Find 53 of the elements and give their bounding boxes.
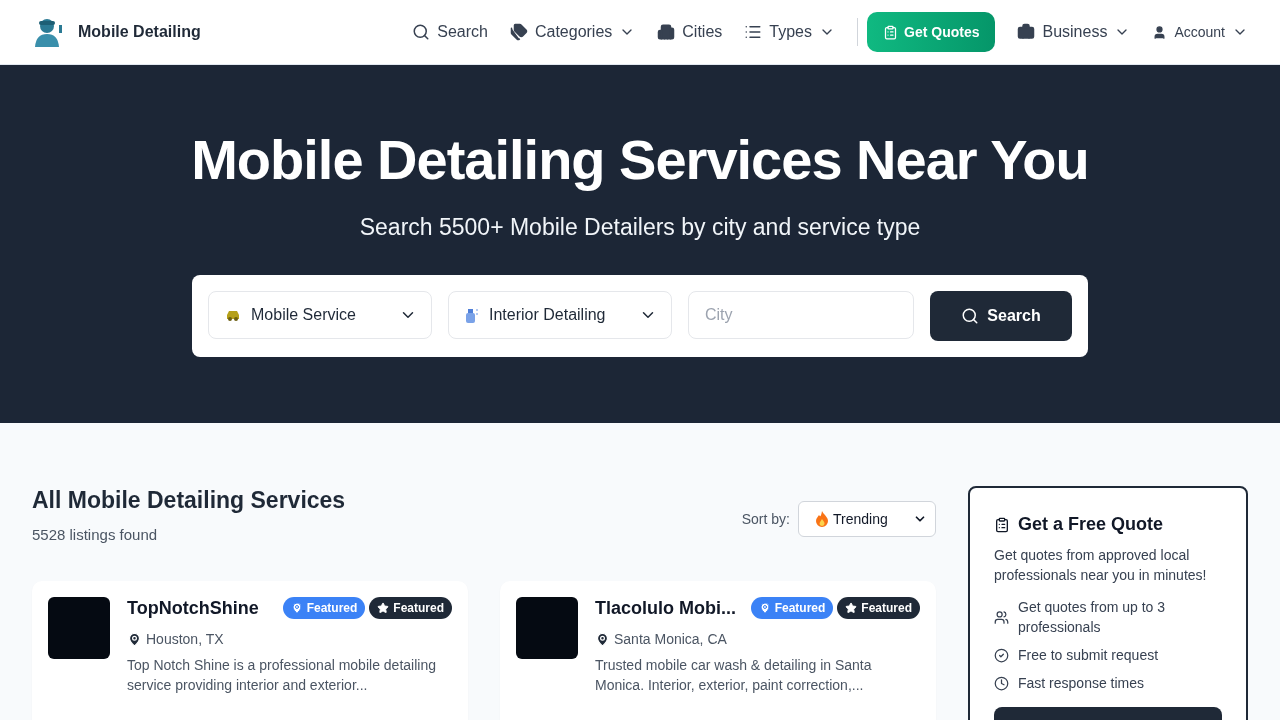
search-icon [961, 307, 980, 325]
nav-link[interactable]: Categories [509, 23, 636, 41]
benefit-text: Get quotes from up to 3 professionals [1018, 598, 1167, 637]
section-heading: All Mobile Detailing Services [32, 487, 346, 514]
nav-icon [744, 23, 763, 41]
business-location: Santa Monica, CA [614, 631, 727, 647]
clipboard-icon [883, 24, 898, 40]
panel-title: Get a Free Quote [1018, 514, 1164, 535]
nav-icon [657, 23, 676, 41]
business-description: Trusted mobile car wash & detailing in Santa Monica. Interior, exterior, paint correction,... [595, 656, 873, 695]
brand-name[interactable]: Mobile Detailing [78, 23, 201, 41]
business-logo [48, 597, 110, 659]
nav-link[interactable]: Business [1017, 23, 1131, 41]
city-input[interactable]: City [688, 291, 914, 339]
business-name[interactable]: TopNotchShine [127, 597, 259, 619]
sort-select[interactable]: Trending [798, 501, 936, 537]
listing-card[interactable]: Tlacolulo Mobi... Featured Featured Santa Monica, CA Trusted mobile car wash & detailing in Santa Monica. Interior, exterior, paint correction,... [500, 581, 936, 720]
hero-title: Mobile Detailing Services Near You [191, 127, 1089, 192]
users-icon [994, 609, 1009, 625]
benefit-text: Free to submit request [1018, 646, 1159, 665]
panel-text: Get quotes from approved local professionals near you in minutes! [994, 546, 1208, 585]
flame-icon [815, 511, 829, 527]
featured-badge: Featured [369, 597, 452, 619]
map-pin-icon [127, 631, 142, 647]
spray-bottle-icon [465, 307, 479, 323]
benefit-text: Fast response times [1018, 674, 1145, 693]
featured-badge: Featured [282, 597, 366, 619]
map-pin-icon [595, 631, 610, 647]
business-location: Houston, TX [146, 631, 224, 647]
nav-icon [1017, 23, 1036, 41]
service-select[interactable]: Mobile Service [208, 291, 432, 339]
hero-subtitle: Search 5500+ Mobile Detailers by city and service type [359, 214, 921, 241]
nav-icon [412, 23, 431, 41]
nav-link[interactable]: Cities [657, 23, 723, 41]
search-button[interactable]: Search [930, 291, 1072, 341]
listing-card[interactable]: TopNotchShine Featured Featured Houston, TX Top Notch Shine is a professional mobile detailing service providing interior and exterior... [32, 581, 468, 720]
clock-icon [994, 675, 1009, 691]
car-icon [225, 309, 241, 321]
check-icon [994, 647, 1009, 663]
listing-count: 5528 listings found [32, 526, 159, 543]
featured-badge: Featured [837, 597, 920, 619]
featured-badge: Featured [750, 597, 834, 619]
nav-link[interactable]: Types [744, 23, 835, 41]
business-logo [516, 597, 578, 659]
nav-icon [509, 23, 528, 41]
nav-link[interactable]: Search [412, 23, 488, 41]
clipboard-icon [994, 516, 1010, 533]
nav-icon [1152, 24, 1168, 40]
nav-link[interactable]: Account [1152, 24, 1248, 40]
business-description: Top Notch Shine is a professional mobile detailing service providing interior and exterior... [127, 656, 437, 695]
business-name[interactable]: Tlacolulo Mobi... [595, 597, 736, 619]
sort-label: Sort by: [741, 511, 790, 527]
type-select[interactable]: Interior Detailing [448, 291, 672, 339]
